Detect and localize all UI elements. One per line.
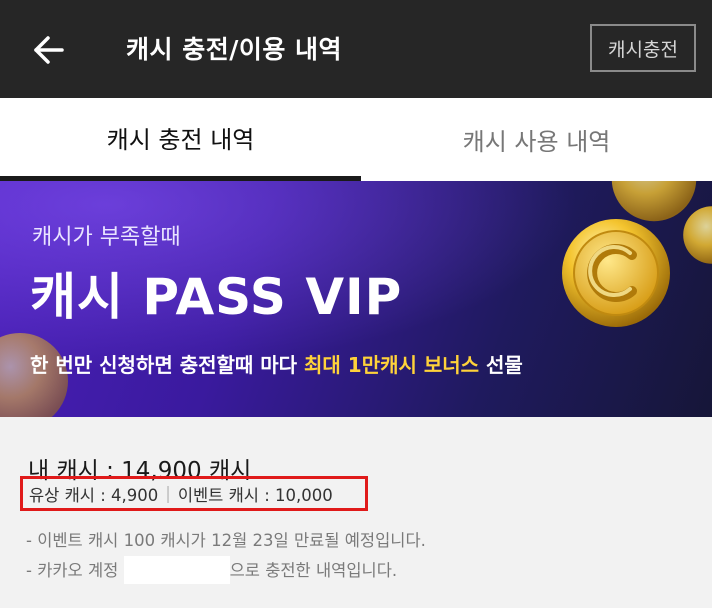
banner-desc-highlight: 최대 1만캐시 보너스 [304, 353, 480, 377]
banner-subtitle: 캐시가 부족할때 [32, 225, 181, 250]
tab-usage-history[interactable]: 캐시 사용 내역 [361, 98, 712, 181]
promo-banner[interactable]: 캐시가 부족할때 캐시 PASS VIP 한 번만 신청하면 충전할때 마다 최… [0, 181, 712, 417]
history-tabs: 캐시 충전 내역 캐시 사용 내역 [0, 98, 712, 181]
divider: | [165, 484, 171, 503]
masked-account [123, 555, 230, 584]
cash-charge-button[interactable]: 캐시충전 [590, 24, 696, 72]
tab-charge-history[interactable]: 캐시 충전 내역 [0, 98, 361, 181]
expiry-notice: - 이벤트 캐시 100 캐시가 12월 23일 만료될 예정입니다. [26, 531, 426, 550]
page-title: 캐시 충전/이용 내역 [126, 35, 343, 64]
account-notice-prefix: - 카카오 계정 [26, 561, 119, 580]
app-header: 캐시 충전/이용 내역 캐시충전 [0, 0, 712, 98]
banner-description: 한 번만 신청하면 충전할때 마다 최대 1만캐시 보너스 선물 [30, 349, 523, 378]
arrow-left-icon [34, 36, 64, 64]
banner-desc-suffix: 선물 [479, 353, 523, 377]
gold-coin-icon [562, 219, 670, 327]
account-notice: - 카카오 계정 으로 충전한 내역입니다. [26, 555, 398, 584]
back-button[interactable] [24, 30, 74, 70]
account-notice-suffix: 으로 충전한 내역입니다. [229, 561, 398, 580]
paid-cash: 유상 캐시 : 4,900 [29, 485, 159, 505]
coin-icon [683, 206, 712, 264]
event-cash: 이벤트 캐시 : 10,000 [177, 485, 333, 505]
cash-breakdown: 유상 캐시 : 4,900 | 이벤트 캐시 : 10,000 [20, 476, 368, 511]
banner-title: 캐시 PASS VIP [30, 268, 403, 326]
banner-desc-prefix: 한 번만 신청하면 충전할때 마다 [30, 353, 305, 377]
